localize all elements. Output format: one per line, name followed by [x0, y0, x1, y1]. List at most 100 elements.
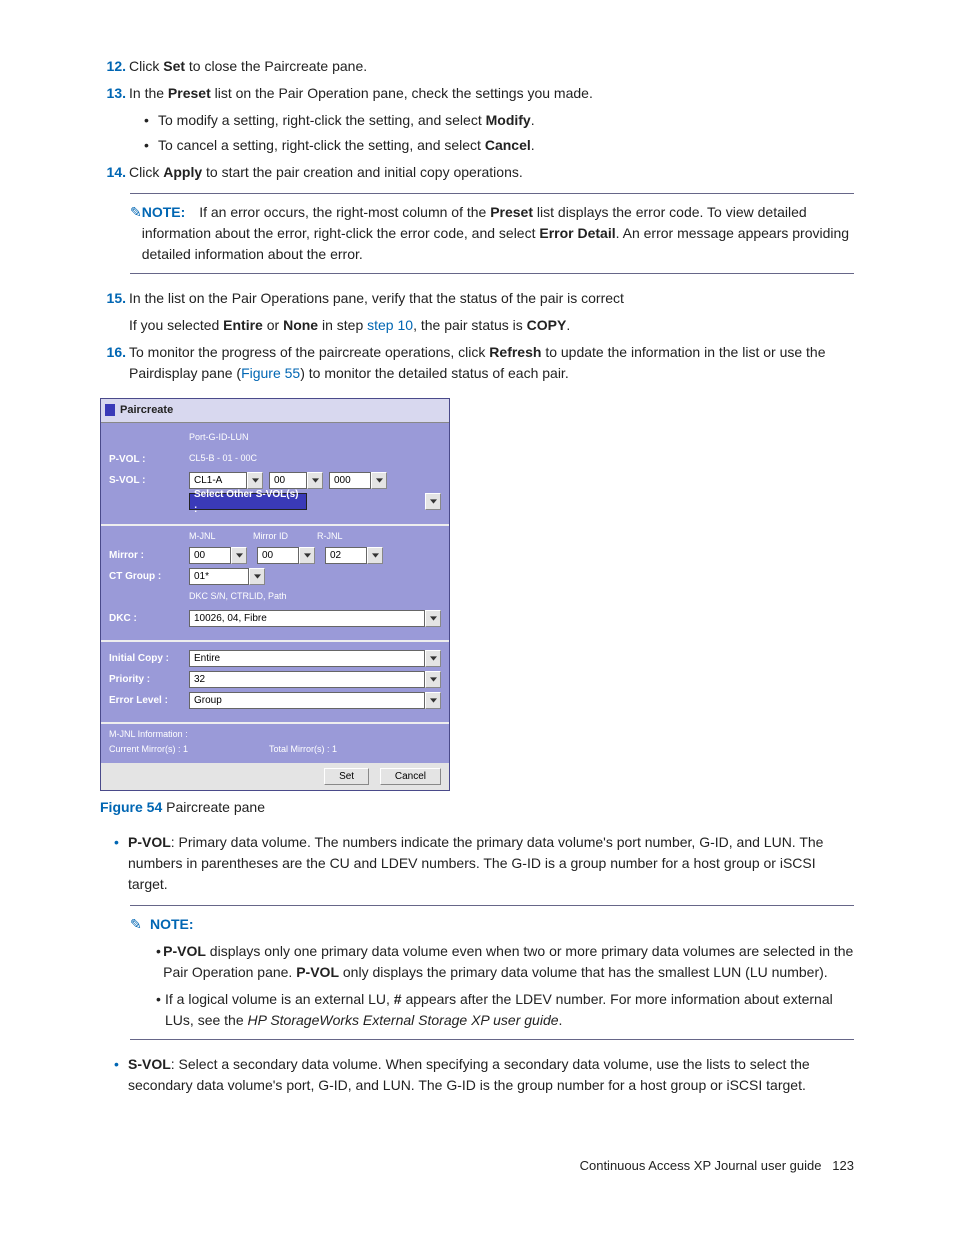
t: to start the pair creation and initial c…	[202, 164, 523, 180]
step-num-14: 14.	[100, 162, 126, 183]
t: If an error occurs, the right-most colum…	[199, 204, 490, 220]
bold: Apply	[163, 164, 202, 180]
dropdown-icon[interactable]	[307, 472, 323, 489]
bullet: •	[156, 989, 165, 1031]
note2-a: P-VOL displays only one primary data vol…	[163, 941, 854, 983]
bold: P-VOL	[296, 964, 339, 980]
t: If you selected	[129, 317, 223, 333]
title-square-icon	[105, 404, 115, 416]
t: To cancel a setting, right-click the set…	[158, 137, 485, 153]
step-16-text: To monitor the progress of the paircreat…	[129, 342, 854, 384]
step-link[interactable]: step 10	[367, 317, 413, 333]
note-icon: ✎	[130, 202, 142, 265]
mjnl-info-label: M-JNL Information :	[109, 728, 441, 742]
errorlevel-select[interactable]: Group	[189, 692, 425, 709]
pvol-label: P-VOL :	[109, 452, 189, 467]
bullet: •	[114, 832, 128, 895]
note-content: NOTE: If an error occurs, the right-most…	[142, 202, 854, 265]
bold: Entire	[223, 317, 263, 333]
mjnl-head: M-JNL	[189, 530, 253, 544]
dropdown-icon[interactable]	[425, 692, 441, 709]
select-other-svol[interactable]: Select Other S-VOL(s) :	[189, 493, 307, 510]
bold: COPY	[527, 317, 567, 333]
figure-label: Figure 54	[100, 799, 162, 815]
rjnl-select[interactable]: 02	[325, 547, 367, 564]
t: : Select a secondary data volume. When s…	[128, 1056, 810, 1093]
mjnl-select[interactable]: 00	[189, 547, 231, 564]
t: only displays the primary data volume th…	[339, 964, 828, 980]
dropdown-icon[interactable]	[425, 671, 441, 688]
bold: P-VOL	[128, 834, 171, 850]
bullet: •	[144, 110, 158, 131]
t: in step	[318, 317, 367, 333]
cancel-button[interactable]: Cancel	[380, 768, 441, 785]
dkc-sublabel: DKC S/N, CTRLID, Path	[189, 590, 287, 604]
dropdown-icon[interactable]	[425, 650, 441, 667]
ctgroup-label: CT Group :	[109, 569, 189, 584]
dropdown-icon[interactable]	[367, 547, 383, 564]
step-14-text: Click Apply to start the pair creation a…	[129, 162, 854, 183]
note-label: NOTE:	[142, 204, 186, 220]
initialcopy-select[interactable]: Entire	[189, 650, 425, 667]
step-13-text: In the Preset list on the Pair Operation…	[129, 83, 854, 104]
bold: None	[283, 317, 318, 333]
t: : Primary data volume. The numbers indic…	[128, 834, 823, 892]
mirror-headers: M-JNLMirror IDR-JNL	[189, 530, 441, 544]
pane-footer: Set Cancel	[101, 763, 449, 790]
bold: Set	[163, 58, 185, 74]
sub-13b: To cancel a setting, right-click the set…	[158, 135, 535, 156]
t: .	[559, 1012, 563, 1028]
priority-label: Priority :	[109, 672, 189, 687]
dkc-label: DKC :	[109, 611, 189, 626]
t: list on the Pair Operation pane, check t…	[211, 85, 593, 101]
priority-select[interactable]: 32	[189, 671, 425, 688]
bold: Preset	[490, 204, 533, 220]
t: If a logical volume is an external LU,	[165, 991, 394, 1007]
bold: Modify	[486, 112, 531, 128]
t: In the	[129, 85, 168, 101]
bold: #	[394, 991, 402, 1007]
step-num-16: 16.	[100, 342, 126, 384]
bullet: •	[156, 941, 163, 983]
bold: Preset	[168, 85, 211, 101]
dropdown-icon[interactable]	[299, 547, 315, 564]
bullet: •	[144, 135, 158, 156]
bold: Refresh	[489, 344, 541, 360]
pvol-value: CL5-B - 01 - 00C	[189, 452, 257, 466]
dropdown-icon[interactable]	[249, 568, 265, 585]
step-num-12: 12.	[100, 56, 126, 77]
pvol-desc: P-VOL: Primary data volume. The numbers …	[128, 832, 854, 895]
ctgroup-select[interactable]: 01*	[189, 568, 249, 585]
t: .	[531, 137, 535, 153]
footer-title: Continuous Access XP Journal user guide	[580, 1158, 822, 1173]
note-divider	[130, 905, 854, 906]
t: To monitor the progress of the paircreat…	[129, 344, 489, 360]
figure-link[interactable]: Figure 55	[241, 365, 300, 381]
dropdown-icon[interactable]	[231, 547, 247, 564]
rjnl-head: R-JNL	[317, 530, 381, 544]
italic: HP StorageWorks External Storage XP user…	[248, 1012, 559, 1028]
initialcopy-label: Initial Copy :	[109, 651, 189, 666]
set-button[interactable]: Set	[324, 768, 369, 785]
svol-lun-select[interactable]: 000	[329, 472, 371, 489]
t: To modify a setting, right-click the set…	[158, 112, 486, 128]
step-15-cont: If you selected Entire or None in step s…	[129, 315, 854, 336]
note-divider	[130, 1039, 854, 1040]
step-num-13: 13.	[100, 83, 126, 104]
header-label: Port-G-ID-LUN	[189, 431, 249, 445]
dropdown-icon[interactable]	[425, 493, 441, 510]
page-footer: Continuous Access XP Journal user guide …	[100, 1156, 854, 1176]
mirrorid-select[interactable]: 00	[257, 547, 299, 564]
dkc-select[interactable]: 10026, 04, Fibre	[189, 610, 425, 627]
t: Click	[129, 164, 163, 180]
dropdown-icon[interactable]	[371, 472, 387, 489]
mirrorid-head: Mirror ID	[253, 530, 317, 544]
dropdown-icon[interactable]	[425, 610, 441, 627]
mirror-label: Mirror :	[109, 548, 189, 563]
svol-desc: S-VOL: Select a secondary data volume. W…	[128, 1054, 854, 1096]
t: Click	[129, 58, 163, 74]
paircreate-pane: Paircreate Port-G-ID-LUN P-VOL : CL5-B -…	[100, 398, 450, 791]
note2-b: If a logical volume is an external LU, #…	[165, 989, 854, 1031]
t: .	[531, 112, 535, 128]
note-divider	[130, 273, 854, 274]
